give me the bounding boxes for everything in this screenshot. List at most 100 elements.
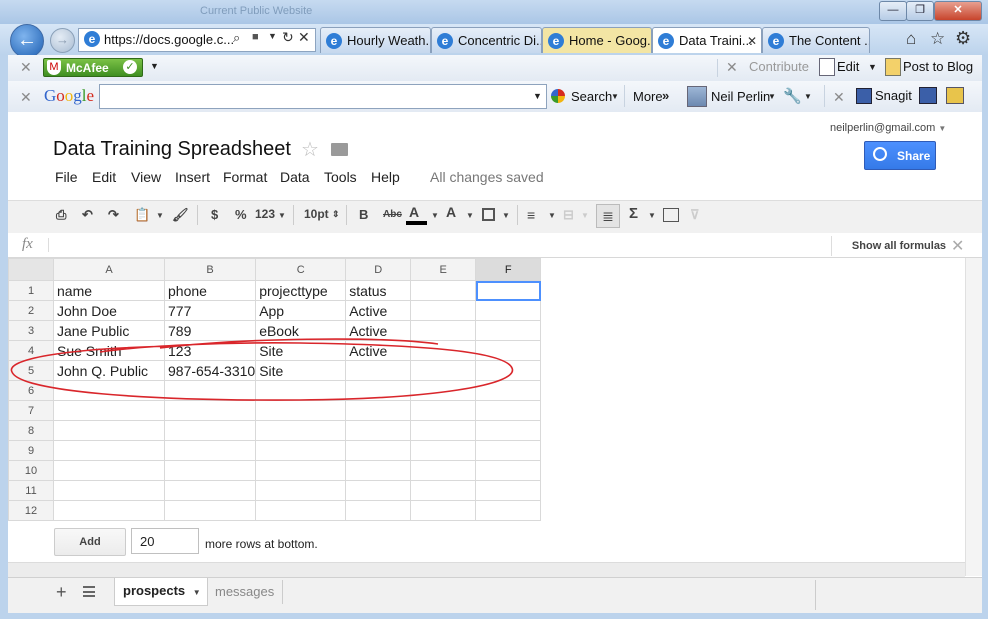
cell-e12[interactable] (410, 500, 477, 521)
cell-e2[interactable] (410, 300, 477, 321)
chevron-down-icon[interactable]: ▼ (868, 62, 877, 72)
cell-e7[interactable] (410, 400, 477, 421)
cell-a7[interactable] (53, 400, 165, 421)
cell-f4[interactable] (475, 340, 542, 361)
cell-b5[interactable]: 987-654-3310 (163, 360, 257, 381)
cell-f11[interactable] (475, 480, 542, 501)
horizontal-scrollbar[interactable] (8, 562, 965, 578)
undo-icon[interactable]: ↶ (82, 207, 93, 223)
snagit-button[interactable]: Snagit (875, 88, 912, 103)
add-rows-button[interactable]: Add (54, 528, 126, 556)
restore-button[interactable]: ❐ (906, 1, 934, 21)
row-header[interactable]: 4 (8, 340, 54, 361)
row-header[interactable]: 1 (8, 280, 54, 301)
refresh-icon[interactable]: ↻ (282, 29, 294, 46)
cell-c3[interactable]: eBook (255, 320, 347, 341)
forward-button[interactable]: → (50, 28, 75, 53)
cell-b2[interactable]: 777 (163, 300, 257, 321)
menu-edit[interactable]: Edit (92, 169, 116, 185)
cell-c4[interactable]: Site (255, 340, 347, 361)
close-toolbar-icon[interactable]: ✕ (20, 89, 32, 106)
menu-data[interactable]: Data (280, 169, 310, 185)
menu-format[interactable]: Format (223, 169, 267, 185)
column-header-e[interactable]: E (410, 258, 477, 281)
sheet-tab-messages[interactable]: messages (215, 584, 274, 599)
cell-e1[interactable] (410, 280, 477, 301)
cell-d10[interactable] (345, 460, 412, 481)
paste-icon[interactable]: 📋 (134, 207, 150, 223)
close-toolbar-icon[interactable]: ✕ (726, 59, 738, 76)
row-header[interactable]: 2 (8, 300, 54, 321)
table-row[interactable]: 6 (8, 380, 542, 401)
chevron-down-icon[interactable]: ▼ (502, 211, 510, 220)
cell-a9[interactable] (53, 440, 165, 461)
row-header[interactable]: 5 (8, 360, 54, 381)
table-row[interactable]: 2 John Doe 777 App Active (8, 300, 542, 321)
cell-a1[interactable]: name (53, 280, 165, 301)
cell-b6[interactable] (163, 380, 257, 401)
strikethrough-button[interactable]: Abc (383, 209, 402, 220)
cell-e11[interactable] (410, 480, 477, 501)
cell-c12[interactable] (255, 500, 347, 521)
chevron-down-icon[interactable]: ▼ (768, 92, 776, 101)
cell-a6[interactable] (53, 380, 165, 401)
chevron-down-icon[interactable]: ▼ (611, 92, 619, 101)
functions-button[interactable]: Σ (629, 205, 638, 222)
column-header-a[interactable]: A (53, 258, 165, 281)
cell-e3[interactable] (410, 320, 477, 341)
cell-f8[interactable] (475, 420, 542, 441)
wrench-icon[interactable]: 🔧 (783, 87, 802, 105)
star-icon[interactable]: ☆ (301, 137, 319, 162)
cell-b12[interactable] (163, 500, 257, 521)
cell-f3[interactable] (475, 320, 542, 341)
back-button[interactable]: ← (10, 24, 44, 58)
vertical-scrollbar[interactable] (965, 258, 982, 576)
chevron-down-icon[interactable]: ▼ (156, 211, 164, 220)
cell-c6[interactable] (255, 380, 347, 401)
spreadsheet-grid[interactable]: A B C D E F 1 name phone projecttype status 2… (8, 258, 542, 521)
more-button[interactable]: More (633, 89, 663, 104)
close-toolbar-icon[interactable]: ✕ (20, 59, 32, 76)
chevron-down-icon[interactable]: ▼ (466, 211, 474, 220)
browser-tab-3[interactable]: e Home - Goog... (542, 27, 652, 53)
home-icon[interactable]: ⌂ (906, 29, 916, 49)
align-icon[interactable]: ≡ (527, 207, 535, 223)
cell-a10[interactable] (53, 460, 165, 481)
fill-color-button[interactable]: A (446, 204, 456, 220)
cell-f1[interactable] (475, 280, 542, 301)
cell-e9[interactable] (410, 440, 477, 461)
chevron-down-icon[interactable]: ▼ (268, 31, 277, 41)
merge-cells-icon[interactable]: ⊟ (563, 207, 574, 223)
cell-b1[interactable]: phone (163, 280, 257, 301)
table-row[interactable]: 8 (8, 420, 542, 441)
chevron-down-icon[interactable]: ▼ (278, 211, 286, 220)
close-icon[interactable]: ✕ (951, 236, 964, 256)
snagit-editor-icon[interactable] (946, 87, 964, 104)
post-to-blog-button[interactable]: Post to Blog (903, 59, 973, 74)
cell-b11[interactable] (163, 480, 257, 501)
table-row[interactable]: 3 Jane Public 789 eBook Active (8, 320, 542, 341)
number-format-button[interactable]: 123 (255, 207, 275, 221)
menu-file[interactable]: File (55, 169, 78, 185)
browser-tab-5[interactable]: e The Content ... (762, 27, 870, 53)
menu-tools[interactable]: Tools (324, 169, 357, 185)
table-row[interactable]: 11 (8, 480, 542, 501)
font-size-select[interactable]: 10pt (304, 207, 329, 221)
cell-b3[interactable]: 789 (163, 320, 257, 341)
close-window-button[interactable]: ✕ (934, 1, 982, 21)
browser-tab-1[interactable]: e Hourly Weath... (320, 27, 431, 53)
column-header-f[interactable]: F (475, 258, 542, 281)
close-toolbar-icon[interactable]: ✕ (833, 89, 845, 106)
column-header-c[interactable]: C (255, 258, 347, 281)
stop-icon[interactable]: ✕ (298, 29, 310, 46)
cell-a5[interactable]: John Q. Public (53, 360, 165, 381)
close-tab-icon[interactable]: ✕ (747, 28, 757, 53)
cell-a11[interactable] (53, 480, 165, 501)
user-name[interactable]: Neil Perlin (711, 89, 770, 104)
cell-b10[interactable] (163, 460, 257, 481)
cell-c8[interactable] (255, 420, 347, 441)
chevron-down-icon[interactable]: ▼ (648, 211, 656, 220)
gear-icon[interactable]: ⚙ (955, 28, 971, 49)
cell-c1[interactable]: projecttype (255, 280, 347, 301)
table-row[interactable]: 1 name phone projecttype status (8, 280, 542, 301)
